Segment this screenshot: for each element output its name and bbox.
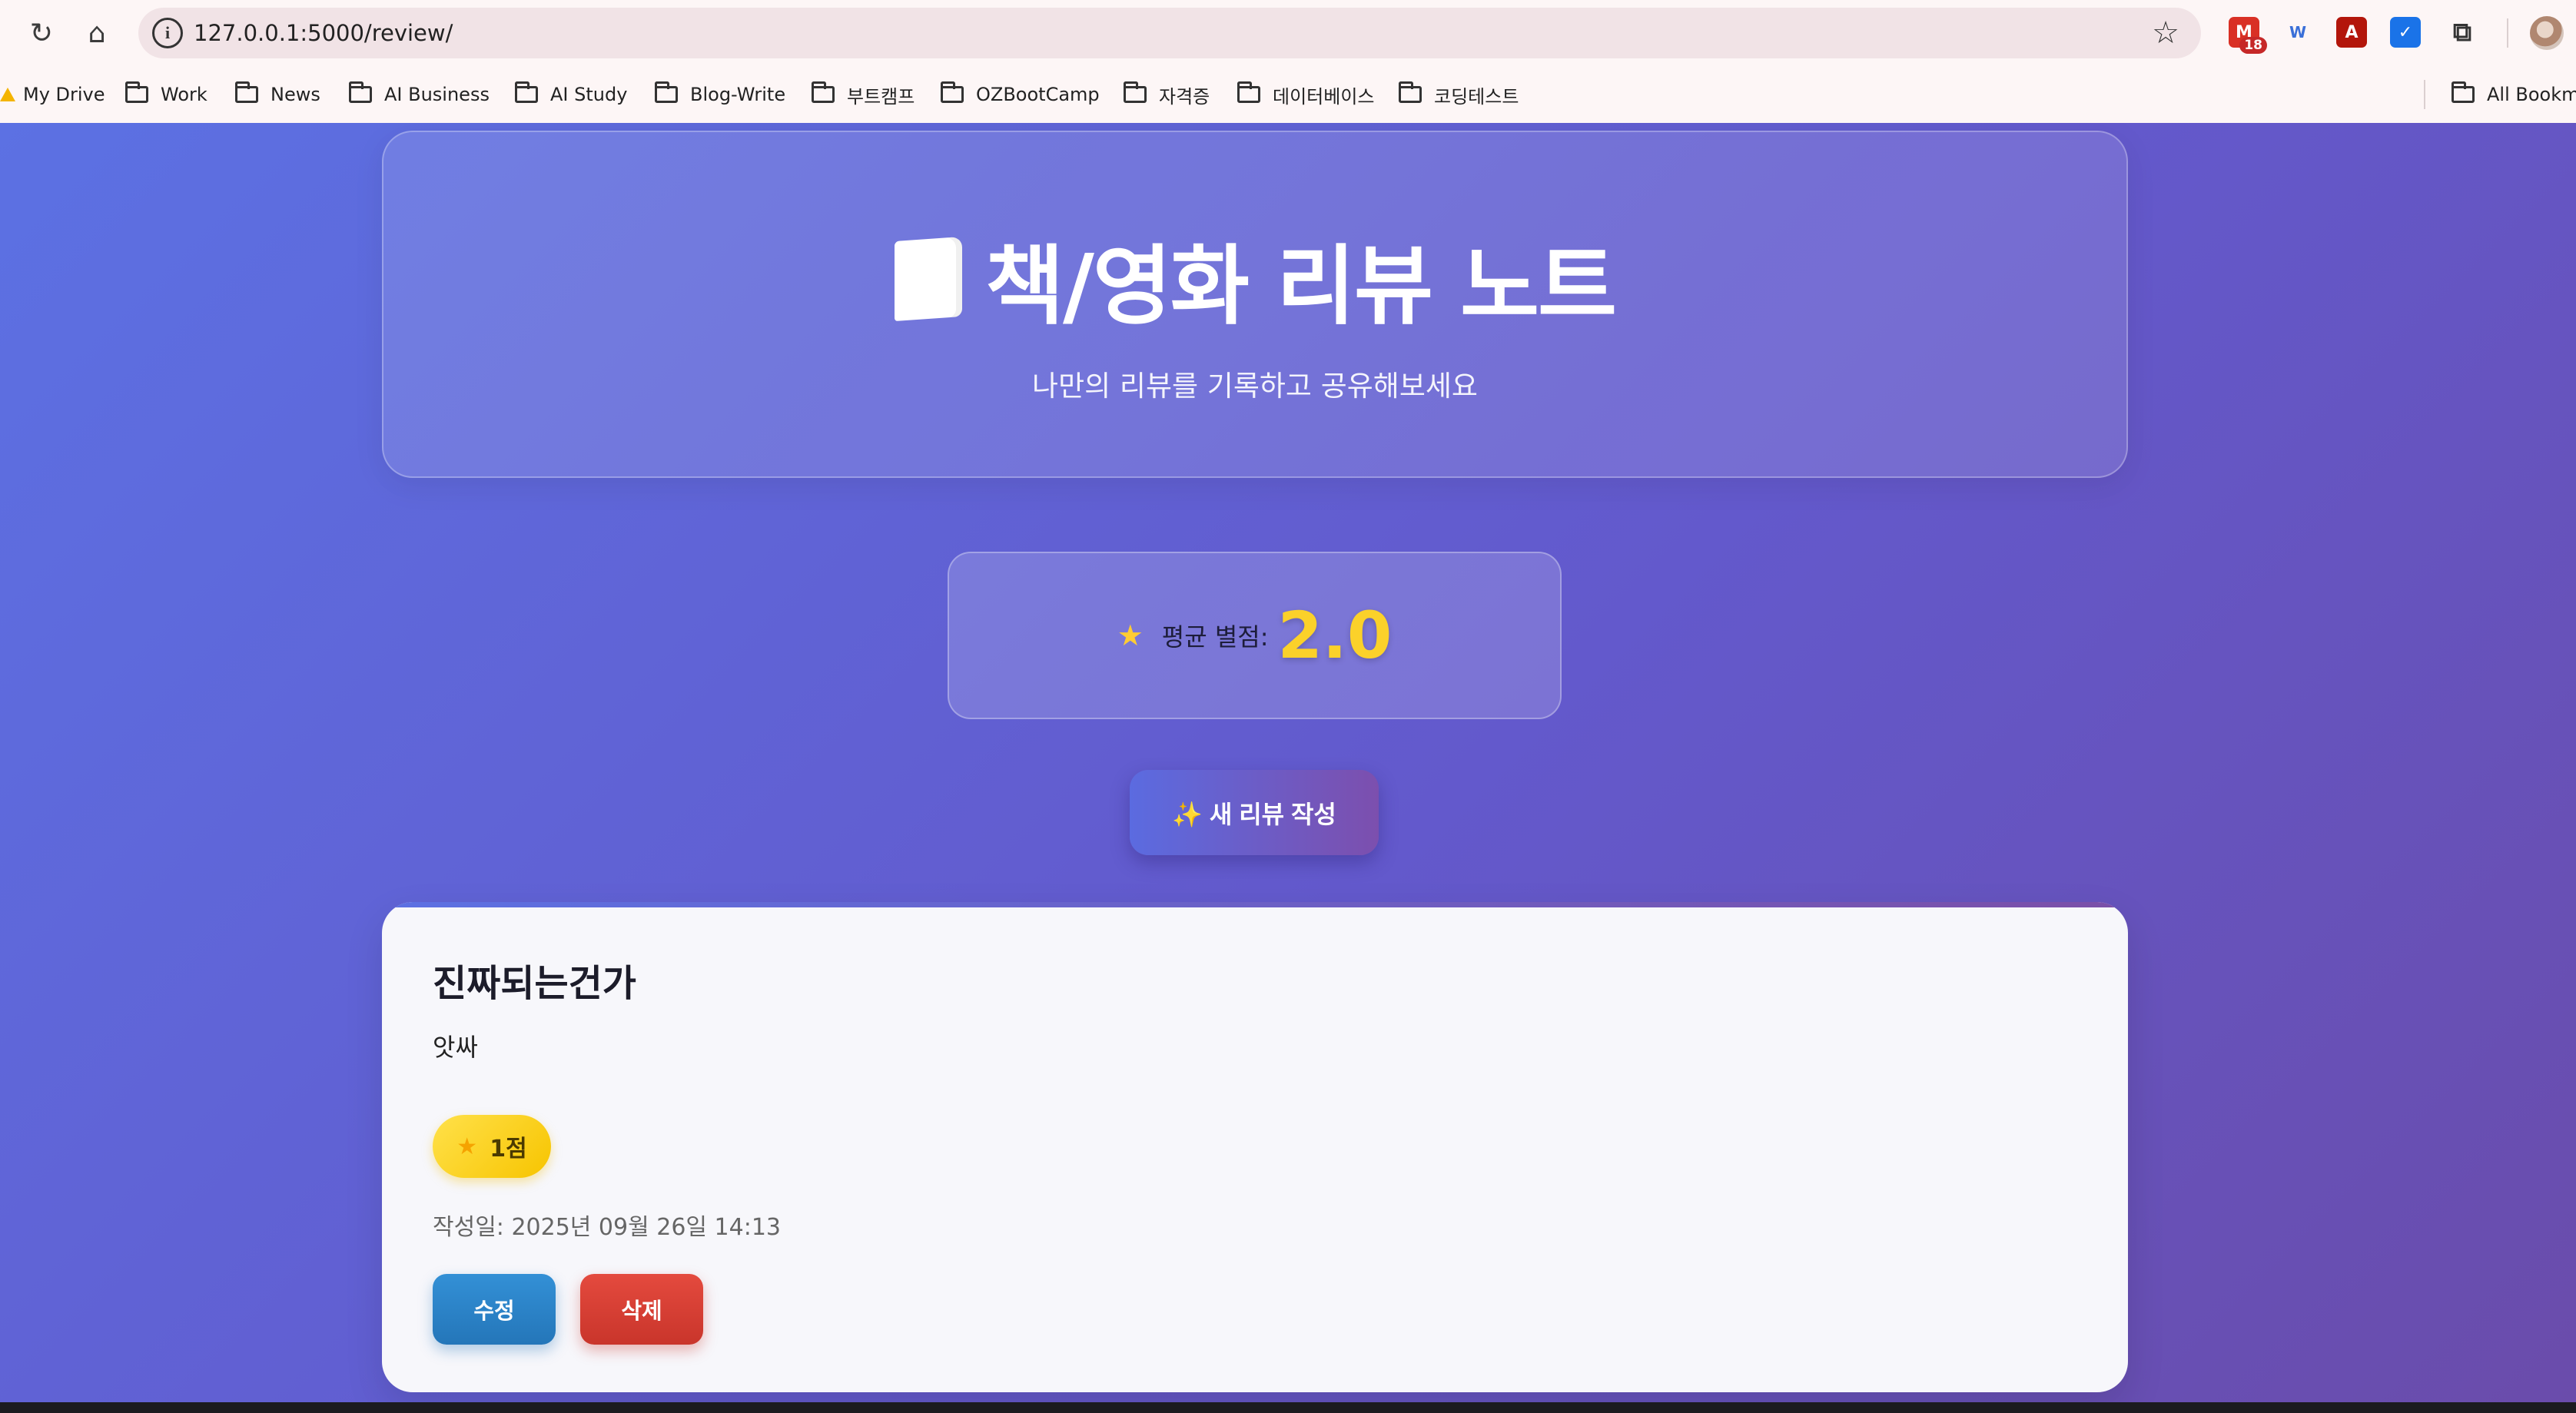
home-icon[interactable]: ⌂ bbox=[77, 13, 117, 53]
google-drive-icon bbox=[0, 88, 15, 101]
bookmark-label: AI Business bbox=[384, 84, 490, 105]
bookmark-my-drive[interactable]: My Drive bbox=[0, 77, 105, 112]
book-icon bbox=[894, 236, 962, 322]
rating-badge: ★ 1점 bbox=[433, 1115, 551, 1178]
delete-button[interactable]: 삭제 bbox=[580, 1274, 703, 1345]
bookmarks-divider bbox=[2424, 80, 2425, 109]
bookmark-ozbootcamp[interactable]: OZBootCamp bbox=[941, 77, 1100, 112]
folder-icon bbox=[1399, 81, 1422, 103]
bookmark-database[interactable]: 데이터베이스 bbox=[1237, 77, 1374, 112]
review-date: 작성일: 2025년 09월 26일 14:13 bbox=[433, 1214, 782, 1241]
star-icon: ★ bbox=[1117, 619, 1144, 652]
bookmark-coding-test[interactable]: 코딩테스트 bbox=[1399, 77, 1519, 112]
folder-icon bbox=[655, 81, 678, 103]
taskbar-strip bbox=[0, 1402, 2576, 1413]
bookmark-label: All Bookm bbox=[2487, 84, 2576, 105]
gmail-extension-icon[interactable]: M 18 bbox=[2229, 17, 2267, 54]
review-card: 진짜되는건가 앗싸 ★ 1점 작성일: 2025년 09월 26일 14:13 … bbox=[382, 902, 2128, 1392]
bookmark-label: 데이터베이스 bbox=[1273, 85, 1375, 108]
bookmark-star-icon[interactable]: ☆ bbox=[2152, 14, 2179, 52]
review-title: 진짜되는건가 bbox=[433, 962, 636, 1005]
average-rating-label: 평균 별점: bbox=[1161, 622, 1269, 652]
rating-label: 1점 bbox=[490, 1136, 527, 1163]
address-bar[interactable]: i 127.0.0.1:5000/review/ ☆ bbox=[138, 8, 2201, 58]
average-rating-card: ★ 평균 별점: 2.0 bbox=[948, 552, 1562, 719]
profile-avatar[interactable] bbox=[2530, 16, 2564, 50]
pdf-extension-icon[interactable]: A bbox=[2336, 17, 2367, 48]
gmail-badge: 18 bbox=[2239, 37, 2267, 54]
folder-icon bbox=[349, 81, 372, 103]
bookmark-blog-write[interactable]: Blog-Write bbox=[655, 77, 785, 112]
folder-icon bbox=[515, 81, 538, 103]
site-info-icon[interactable]: i bbox=[152, 18, 183, 48]
star-icon: ★ bbox=[456, 1133, 478, 1160]
bookmark-all-bookmarks[interactable]: All Bookm bbox=[2452, 77, 2576, 112]
bookmarks-bar: My Drive Work News AI Business AI Study … bbox=[0, 66, 2576, 123]
page-subtitle: 나만의 리뷰를 기록하고 공유해보세요 bbox=[1032, 370, 1478, 403]
address-url[interactable]: 127.0.0.1:5000/review/ bbox=[194, 8, 453, 58]
hero-header: 책/영화 리뷰 노트 나만의 리뷰를 기록하고 공유해보세요 bbox=[382, 131, 2128, 478]
toolbar-divider bbox=[2507, 18, 2508, 48]
folder-icon bbox=[1237, 81, 1260, 103]
tasks-extension-icon[interactable]: ✓ bbox=[2390, 17, 2421, 48]
average-rating-value: 2.0 bbox=[1277, 598, 1393, 673]
bookmark-ai-business[interactable]: AI Business bbox=[349, 77, 490, 112]
page-content: 책/영화 리뷰 노트 나만의 리뷰를 기록하고 공유해보세요 ★ 평균 별점: … bbox=[0, 123, 2576, 1402]
bookmark-label: Blog-Write bbox=[690, 84, 786, 105]
edit-button[interactable]: 수정 bbox=[433, 1274, 556, 1345]
bookmark-label: 코딩테스트 bbox=[1434, 85, 1519, 108]
page-title: 책/영화 리뷰 노트 bbox=[383, 217, 2126, 341]
bookmark-label: 자격증 bbox=[1159, 85, 1210, 108]
review-body: 앗싸 bbox=[433, 1033, 478, 1062]
bookmark-news[interactable]: News bbox=[235, 77, 320, 112]
folder-icon bbox=[812, 81, 835, 103]
bookmark-label: Work bbox=[161, 84, 207, 105]
bookmark-label: AI Study bbox=[550, 84, 628, 105]
bookmark-label: 부트캠프 bbox=[847, 85, 915, 108]
whale-extension-icon[interactable]: W bbox=[2282, 17, 2313, 48]
bookmark-label: News bbox=[271, 84, 320, 105]
new-review-button[interactable]: ✨ 새 리뷰 작성 bbox=[1130, 770, 1379, 855]
folder-icon bbox=[1124, 81, 1147, 103]
bookmark-ai-study[interactable]: AI Study bbox=[515, 77, 627, 112]
bookmark-label: My Drive bbox=[23, 84, 105, 105]
bookmark-label: OZBootCamp bbox=[976, 84, 1100, 105]
bookmark-certificate[interactable]: 자격증 bbox=[1124, 77, 1210, 112]
browser-toolbar: ↻ ⌂ i 127.0.0.1:5000/review/ ☆ M 18 W A ✓… bbox=[0, 0, 2576, 66]
reload-icon[interactable]: ↻ bbox=[22, 13, 61, 53]
folder-icon bbox=[2452, 81, 2475, 103]
bookmark-bootcamp-kr[interactable]: 부트캠프 bbox=[812, 77, 915, 112]
folder-icon bbox=[235, 81, 258, 103]
folder-icon bbox=[125, 81, 148, 103]
folder-icon bbox=[941, 81, 964, 103]
bookmark-work[interactable]: Work bbox=[125, 77, 207, 112]
page-title-text: 책/영화 리뷰 노트 bbox=[984, 237, 1617, 337]
extensions-puzzle-icon[interactable]: ⧉ bbox=[2447, 17, 2478, 48]
